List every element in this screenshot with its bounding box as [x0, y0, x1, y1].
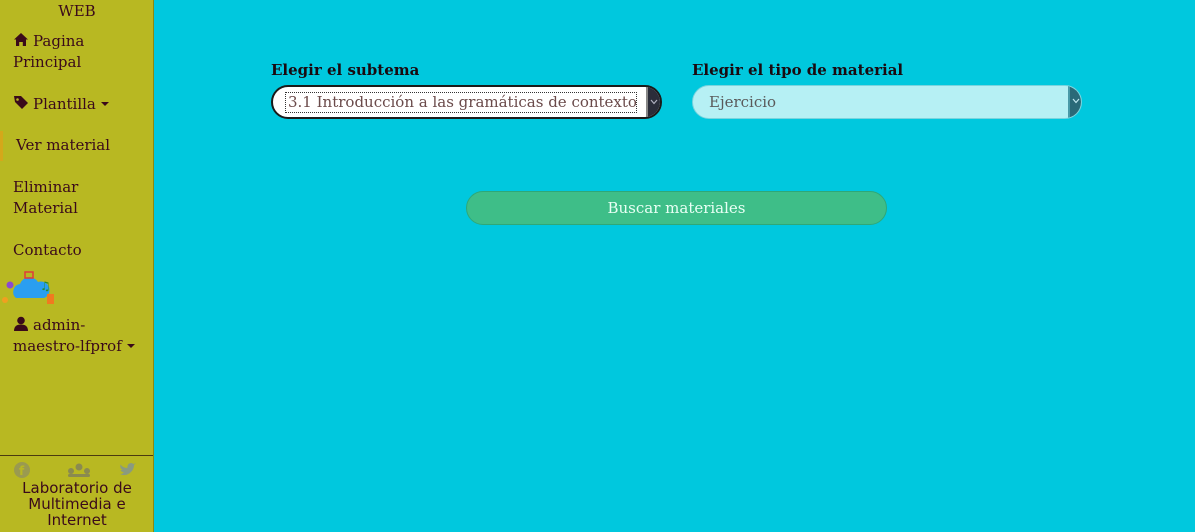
nav-item-contacto[interactable]: Contacto [13, 240, 148, 261]
material-type-select-toggle[interactable] [1068, 86, 1081, 118]
cloud-logo-icon: ♫ [2, 271, 54, 304]
twitter-icon[interactable] [118, 461, 138, 479]
tag-icon [14, 96, 28, 109]
nav-item-ver-material[interactable]: Ver material [16, 135, 151, 156]
nav-item-user-menu[interactable]: admin-maestro-lfprof [13, 315, 148, 357]
search-materials-button[interactable]: Buscar materiales [466, 191, 887, 225]
nav-label-ver-material: Ver material [16, 136, 111, 154]
subtopic-select-value: 3.1 Introducción a las gramáticas de con… [285, 92, 637, 113]
chevron-down-icon [650, 99, 658, 105]
chevron-down-icon [100, 102, 109, 106]
svg-text:f: f [19, 464, 25, 478]
sidebar-divider [0, 455, 153, 456]
material-type-select[interactable]: Ejercicio [692, 85, 1082, 119]
brand-text: WEB [58, 2, 96, 20]
nav-label-eliminar-material: Eliminar Material [13, 178, 79, 217]
home-icon [14, 33, 28, 46]
nav-item-pagina-principal[interactable]: Pagina Principal [13, 31, 148, 73]
user-icon [14, 316, 28, 331]
user-name: admin-maestro-lfprof [13, 316, 122, 355]
chevron-down-icon [1072, 98, 1080, 104]
active-indicator [0, 131, 3, 161]
subtopic-select[interactable]: 3.1 Introducción a las gramáticas de con… [271, 85, 662, 119]
facebook-icon[interactable]: f [12, 461, 32, 479]
svg-text:♫: ♫ [40, 279, 51, 293]
nav-label-plantilla: Plantilla [33, 95, 96, 113]
subtopic-select-toggle[interactable] [646, 87, 660, 117]
subtopic-label: Elegir el subtema [271, 61, 420, 79]
material-type-label: Elegir el tipo de material [692, 61, 904, 79]
nav-item-eliminar-material[interactable]: Eliminar Material [13, 177, 148, 219]
material-type-select-value: Ejercicio [709, 93, 777, 111]
community-icon[interactable] [66, 461, 92, 479]
nav-item-plantilla[interactable]: Plantilla [13, 94, 148, 115]
chevron-down-icon [126, 344, 135, 348]
nav-label-contacto: Contacto [13, 241, 82, 259]
footer-text: Laboratorio de Multimedia e Internet [22, 479, 132, 529]
sidebar: WEB Pagina Principal Plantilla Ver mater… [0, 0, 154, 532]
